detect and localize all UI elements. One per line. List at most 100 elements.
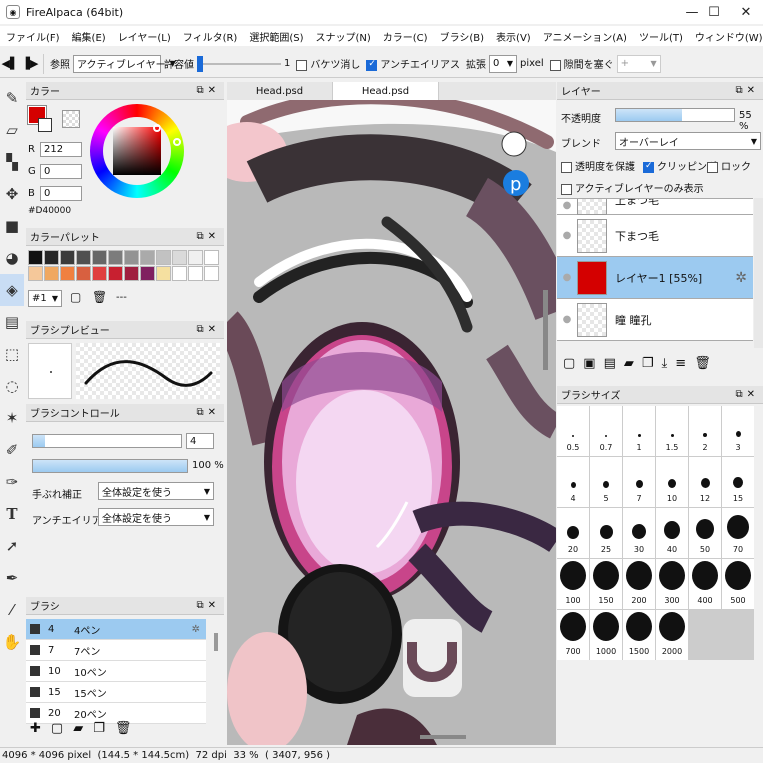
canvas-artwork[interactable]: p (227, 82, 556, 745)
brush-size-cell[interactable]: 200 (623, 559, 655, 609)
brush-size-cell[interactable]: 0.7 (590, 406, 622, 456)
brush-size-cell[interactable]: 1500 (623, 610, 655, 660)
palette-swatch[interactable] (156, 250, 171, 265)
trash-icon[interactable]: 🗑 (694, 356, 711, 371)
palette-swatch[interactable] (204, 266, 219, 281)
visibility-icon[interactable]: ● (557, 314, 577, 325)
panel-controls-icon[interactable]: ⧉✕ (196, 600, 220, 611)
bucket-erase-check[interactable] (296, 59, 308, 71)
color-wheel[interactable] (90, 104, 184, 198)
palette-swatch[interactable] (124, 266, 139, 281)
lasso-tool-icon[interactable]: ◌ (0, 370, 24, 402)
panel-controls-icon[interactable]: ⧉✕ (196, 231, 220, 242)
brush-size-cell[interactable]: 30 (623, 508, 655, 558)
palette-swatch[interactable] (60, 250, 75, 265)
tab-document-2[interactable]: Head.psd (333, 82, 439, 100)
brush-item[interactable]: 15 15ペン (26, 682, 206, 703)
brush-item[interactable]: 7 7ペン (26, 640, 206, 661)
palette-swatch[interactable] (76, 266, 91, 281)
eyedropper-tool-icon[interactable]: ⁄ (0, 594, 24, 626)
menu-item[interactable]: ツール(T) (633, 29, 689, 44)
text-tool-icon[interactable]: T (0, 498, 24, 530)
palette-swatch[interactable] (28, 250, 43, 265)
brush-size-cell[interactable]: 1.5 (656, 406, 688, 456)
g-input[interactable]: 0 (40, 164, 82, 179)
tab-document-1[interactable]: Head.psd (227, 82, 333, 100)
palette-swatch[interactable] (188, 250, 203, 265)
canvas-area[interactable]: p (227, 82, 556, 745)
sv-handle[interactable] (153, 124, 161, 132)
brush-size-cell[interactable]: 7 (623, 457, 655, 507)
r-input[interactable]: 212 (40, 142, 82, 157)
active-only-check[interactable] (561, 183, 572, 195)
add-swatch-icon[interactable]: ▢ (70, 290, 81, 304)
panel-controls-icon[interactable]: ⧉✕ (196, 407, 220, 418)
canvas-hscrollbar[interactable] (420, 735, 466, 739)
trash-icon[interactable]: 🗑 (92, 290, 107, 304)
transparent-color-swatch[interactable] (62, 110, 80, 128)
brush-size-cell[interactable]: 12 (689, 457, 721, 507)
palette-set-select[interactable]: #1 ▼ (28, 290, 62, 307)
brush-size-cell[interactable]: 100 (557, 559, 589, 609)
menu-item[interactable]: フィルタ(R) (177, 29, 244, 44)
palette-swatch[interactable] (140, 266, 155, 281)
visibility-icon[interactable]: ● (557, 200, 577, 211)
palette-swatch[interactable] (124, 250, 139, 265)
bucket-tool-icon[interactable]: ◈ (0, 274, 24, 306)
palette-swatch[interactable] (140, 250, 155, 265)
brush-size-cell[interactable]: 1000 (590, 610, 622, 660)
layer-opacity-slider[interactable] (615, 108, 735, 122)
folder-icon[interactable]: ▰ (624, 356, 634, 371)
panel-controls-icon[interactable]: ⧉✕ (735, 389, 759, 400)
palette-swatch[interactable] (44, 266, 59, 281)
menu-item[interactable]: アニメーション(A) (537, 29, 633, 44)
menu-item[interactable]: 選択範囲(S) (243, 29, 309, 44)
brush-item[interactable]: 4 4ペン ✲ (26, 619, 206, 640)
magic-wand-tool-icon[interactable]: ✶ (0, 402, 24, 434)
brush-size-cell[interactable]: 2000 (656, 610, 688, 660)
gradient-fill-tool-icon[interactable]: ◕ (0, 242, 24, 274)
saturation-value-square[interactable] (113, 127, 161, 175)
palette-swatch[interactable] (28, 266, 43, 281)
menu-item[interactable]: カラー(C) (377, 29, 434, 44)
palette-swatch[interactable] (156, 266, 171, 281)
active-only-checkbox[interactable]: アクティブレイヤーのみ表示 (561, 180, 704, 195)
select-pen-tool-icon[interactable]: ✐ (0, 434, 24, 466)
menu-item[interactable]: スナップ(N) (309, 29, 376, 44)
palette-swatch[interactable] (44, 250, 59, 265)
rect-select-tool-icon[interactable]: ⬚ (0, 338, 24, 370)
fill-rect-tool-icon[interactable]: ■ (0, 210, 24, 242)
brush-size-slider[interactable] (32, 434, 182, 448)
brush-size-cell[interactable]: 10 (656, 457, 688, 507)
palette-swatch[interactable] (172, 250, 187, 265)
add-brush-icon[interactable]: ✚ (30, 721, 41, 736)
clipping-checkbox[interactable]: クリッピング (643, 158, 717, 173)
hand-tool-icon[interactable]: ✋ (0, 626, 24, 658)
palette-swatch[interactable] (188, 266, 203, 281)
brush-item[interactable]: 10 10ペン (26, 661, 206, 682)
next-icon[interactable]: ▐▶ (20, 54, 40, 74)
layer-row[interactable]: ● 瞳 瞳孔 (557, 299, 753, 341)
visibility-icon[interactable]: ● (557, 272, 577, 283)
select-eraser-tool-icon[interactable]: ✑ (0, 466, 24, 498)
brush-size-cell[interactable]: 2 (689, 406, 721, 456)
layer-row[interactable]: ● 上まつ毛 (557, 199, 753, 215)
expand-select[interactable]: 0 ▼ (488, 54, 517, 73)
brush-size-cell[interactable]: 500 (722, 559, 754, 609)
brush-size-cell[interactable]: 40 (656, 508, 688, 558)
brush-size-input[interactable]: 4 (186, 433, 214, 449)
brush-size-cell[interactable]: 5 (590, 457, 622, 507)
palette-swatch[interactable] (204, 250, 219, 265)
layer-list-scrollbar[interactable] (754, 198, 763, 348)
new-1bit-layer-icon[interactable]: ▤ (604, 356, 616, 371)
brush-size-cell[interactable]: 400 (689, 559, 721, 609)
menu-item[interactable]: ウィンドウ(W) (689, 29, 763, 44)
menu-item[interactable]: ファイル(F) (0, 29, 66, 44)
brush-size-cell[interactable]: 50 (689, 508, 721, 558)
folder-icon[interactable]: ▰ (73, 721, 83, 736)
brush-aa-select[interactable]: 全体設定を使う ▼ (98, 508, 214, 526)
blend-select[interactable]: オーバーレイ ▼ (615, 132, 761, 150)
gear-icon[interactable]: ✲ (192, 624, 200, 635)
eraser-tool-icon[interactable]: ▱ (0, 114, 24, 146)
antialias-checkbox[interactable]: アンチエイリアス (366, 56, 460, 71)
